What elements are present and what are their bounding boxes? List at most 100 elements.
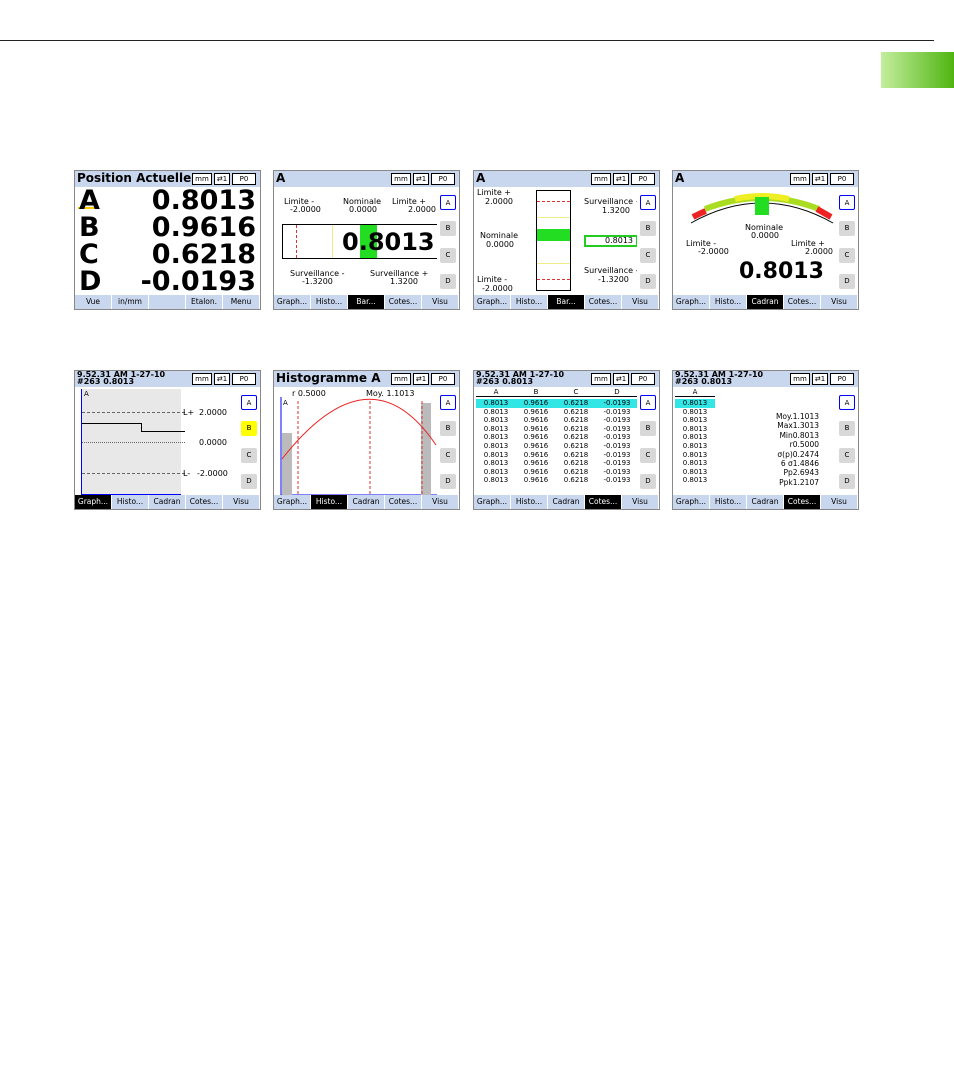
list-item[interactable]: 0.8013 <box>675 425 715 434</box>
softkey-histo[interactable]: Histo... <box>511 295 548 309</box>
unit-icon[interactable]: ⇄1 <box>214 173 230 185</box>
list-item[interactable]: 0.8013 <box>675 408 715 417</box>
softkey-bar[interactable]: Bar... <box>548 295 585 309</box>
softkey-etalon[interactable]: Etalon. <box>186 295 223 309</box>
table-row[interactable]: 0.8013 0.9616 0.6218 -0.0193 <box>476 399 640 408</box>
p0-button[interactable]: P0 <box>232 173 256 185</box>
channel-b-button[interactable]: B <box>440 421 456 436</box>
softkey-histo[interactable]: Histo... <box>710 495 747 509</box>
softkey-histo[interactable]: Histo... <box>511 495 548 509</box>
p0-button[interactable]: P0 <box>830 173 854 185</box>
softkey-graph[interactable]: Graph... <box>274 495 311 509</box>
channel-c-button[interactable]: C <box>440 448 456 463</box>
softkey-histo[interactable]: Histo... <box>311 495 348 509</box>
channel-d-button[interactable]: D <box>241 474 257 489</box>
softkey-blank[interactable] <box>149 295 186 309</box>
softkey-graph[interactable]: Graph... <box>274 295 311 309</box>
unit-mm-button[interactable]: mm <box>192 373 212 385</box>
softkey-histo[interactable]: Histo... <box>112 495 149 509</box>
unit-icon[interactable]: ⇄1 <box>613 173 629 185</box>
softkey-graph[interactable]: Graph... <box>673 495 710 509</box>
table-row[interactable]: 0.8013 0.9616 0.6218 -0.0193 <box>476 442 640 451</box>
unit-icon[interactable]: ⇄1 <box>812 373 828 385</box>
channel-d-button[interactable]: D <box>440 474 456 489</box>
channel-a-button[interactable]: A <box>640 195 656 210</box>
softkey-graph[interactable]: Graph... <box>474 495 511 509</box>
unit-mm-button[interactable]: mm <box>192 173 212 185</box>
list-item[interactable]: 0.8013 <box>675 433 715 442</box>
channel-a-button[interactable]: A <box>241 395 257 410</box>
softkey-cadran[interactable]: Cadran <box>149 495 186 509</box>
table-row[interactable]: 0.8013 0.9616 0.6218 -0.0193 <box>476 433 640 442</box>
p0-button[interactable]: P0 <box>232 373 256 385</box>
table-row[interactable]: 0.8013 0.9616 0.6218 -0.0193 <box>476 459 640 468</box>
softkey-cotes[interactable]: Cotes... <box>784 495 821 509</box>
softkey-cotes[interactable]: Cotes... <box>385 295 422 309</box>
channel-d-button[interactable]: D <box>440 274 456 289</box>
softkey-cotes[interactable]: Cotes... <box>385 495 422 509</box>
softkey-visu[interactable]: Visu <box>821 295 858 309</box>
channel-b-button[interactable]: B <box>241 421 257 436</box>
p0-button[interactable]: P0 <box>431 373 455 385</box>
softkey-histo[interactable]: Histo... <box>311 295 348 309</box>
unit-mm-button[interactable]: mm <box>790 173 810 185</box>
channel-d-button[interactable]: D <box>640 274 656 289</box>
softkey-visu[interactable]: Visu <box>622 495 659 509</box>
softkey-visu[interactable]: Visu <box>422 295 459 309</box>
list-item[interactable]: 0.8013 <box>675 442 715 451</box>
channel-b-button[interactable]: B <box>839 421 855 436</box>
channel-a-button[interactable]: A <box>839 195 855 210</box>
softkey-visu[interactable]: Visu <box>223 495 260 509</box>
softkey-cotes[interactable]: Cotes... <box>186 495 223 509</box>
channel-c-button[interactable]: C <box>839 448 855 463</box>
channel-c-button[interactable]: C <box>640 448 656 463</box>
softkey-cadran[interactable]: Cadran <box>548 495 585 509</box>
unit-mm-button[interactable]: mm <box>591 373 611 385</box>
table-row[interactable]: 0.8013 0.9616 0.6218 -0.0193 <box>476 468 640 477</box>
softkey-visu[interactable]: Visu <box>422 495 459 509</box>
unit-icon[interactable]: ⇄1 <box>413 373 429 385</box>
channel-d-button[interactable]: D <box>640 474 656 489</box>
list-item[interactable]: 0.8013 <box>675 459 715 468</box>
p0-button[interactable]: P0 <box>431 173 455 185</box>
channel-d-button[interactable]: D <box>839 274 855 289</box>
channel-a-button[interactable]: A <box>839 395 855 410</box>
channel-b-button[interactable]: B <box>640 221 656 236</box>
softkey-graph[interactable]: Graph... <box>75 495 112 509</box>
channel-b-button[interactable]: B <box>839 221 855 236</box>
table-row[interactable]: 0.8013 0.9616 0.6218 -0.0193 <box>476 408 640 417</box>
p0-button[interactable]: P0 <box>631 373 655 385</box>
p0-button[interactable]: P0 <box>631 173 655 185</box>
channel-a-button[interactable]: A <box>440 195 456 210</box>
softkey-histo[interactable]: Histo... <box>710 295 747 309</box>
unit-mm-button[interactable]: mm <box>391 373 411 385</box>
softkey-graph[interactable]: Graph... <box>673 295 710 309</box>
softkey-in-mm[interactable]: in/mm <box>112 295 149 309</box>
channel-b-button[interactable]: B <box>440 221 456 236</box>
table-row[interactable]: 0.8013 0.9616 0.6218 -0.0193 <box>476 451 640 460</box>
channel-c-button[interactable]: C <box>440 248 456 263</box>
table-row[interactable]: 0.8013 0.9616 0.6218 -0.0193 <box>476 416 640 425</box>
unit-mm-button[interactable]: mm <box>790 373 810 385</box>
list-item[interactable]: 0.8013 <box>675 451 715 460</box>
list-item[interactable]: 0.8013 <box>675 416 715 425</box>
softkey-menu[interactable]: Menu <box>223 295 260 309</box>
unit-icon[interactable]: ⇄1 <box>214 373 230 385</box>
table-row[interactable]: 0.8013 0.9616 0.6218 -0.0193 <box>476 425 640 434</box>
channel-d-button[interactable]: D <box>839 474 855 489</box>
softkey-cotes[interactable]: Cotes... <box>585 295 622 309</box>
unit-icon[interactable]: ⇄1 <box>812 173 828 185</box>
softkey-cadran[interactable]: Cadran <box>747 295 784 309</box>
softkey-visu[interactable]: Visu <box>622 295 659 309</box>
channel-b-button[interactable]: B <box>640 421 656 436</box>
channel-c-button[interactable]: C <box>640 248 656 263</box>
softkey-cadran[interactable]: Cadran <box>747 495 784 509</box>
softkey-visu[interactable]: Visu <box>821 495 858 509</box>
softkey-bar[interactable]: Bar... <box>348 295 385 309</box>
softkey-cadran[interactable]: Cadran <box>348 495 385 509</box>
softkey-cotes[interactable]: Cotes... <box>585 495 622 509</box>
channel-c-button[interactable]: C <box>241 448 257 463</box>
unit-icon[interactable]: ⇄1 <box>613 373 629 385</box>
channel-a-button[interactable]: A <box>440 395 456 410</box>
list-item[interactable]: 0.8013 <box>675 399 715 408</box>
